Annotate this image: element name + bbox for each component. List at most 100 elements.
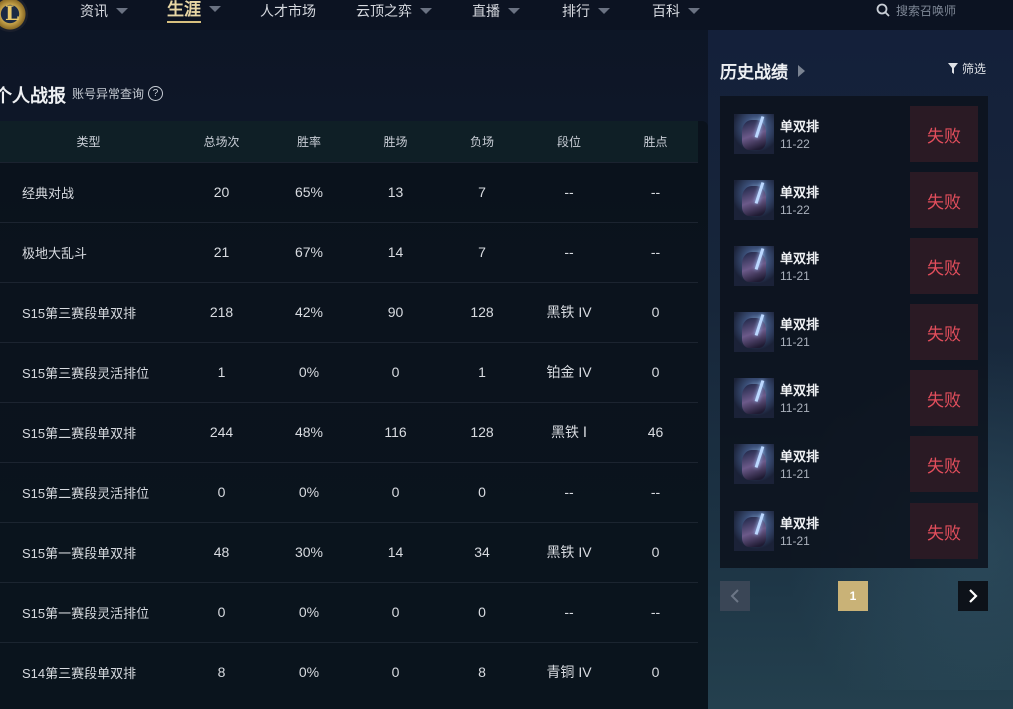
chevron-down-icon xyxy=(508,8,520,14)
table-cell: 21 xyxy=(213,244,230,260)
top-nav: L 资讯 生涯 人才市场 云顶之弈 直播 排行 百科 搜索召唤师 xyxy=(0,0,1013,32)
table-cell: S15第一赛段灵活排位 xyxy=(22,605,150,621)
table-cell: 13 xyxy=(387,184,404,200)
table-cell: 90 xyxy=(387,304,404,320)
table-cell: 48 xyxy=(213,544,230,560)
table-cell: 30% xyxy=(294,544,324,560)
match-date: 11-22 xyxy=(780,203,810,217)
table-cell: -- xyxy=(650,484,661,500)
nav-item-label: 百科 xyxy=(652,3,680,19)
history-title-label: 历史战绩 xyxy=(720,63,788,82)
summoner-search[interactable]: 搜索召唤师 xyxy=(876,0,956,20)
table-row: 经典对战 20 65% 13 7 -- -- xyxy=(0,162,698,222)
table-cell: 铂金 IV xyxy=(546,364,592,380)
table-cell: 0% xyxy=(298,364,320,380)
match-item[interactable]: 单双排 11-21 失败 xyxy=(734,436,978,492)
table-cell: 34 xyxy=(474,544,490,560)
nav-item-label: 人才市场 xyxy=(260,3,316,19)
match-result-badge: 失败 xyxy=(910,238,978,294)
table-cell: 65% xyxy=(294,184,324,200)
table-cell: S15第三赛段灵活排位 xyxy=(22,365,150,381)
nav-item-career[interactable]: 生涯 xyxy=(167,0,221,23)
column-header-lp: 胜点 xyxy=(643,134,668,149)
nav-item-wiki[interactable]: 百科 xyxy=(652,0,700,22)
champion-avatar xyxy=(734,444,774,484)
table-cell: -- xyxy=(650,604,661,620)
nav-item-live[interactable]: 直播 xyxy=(472,0,520,22)
match-result-badge: 失败 xyxy=(910,106,978,162)
table-cell: 20 xyxy=(213,184,230,200)
column-header-total: 总场次 xyxy=(203,134,240,149)
table-row: 极地大乱斗 21 67% 14 7 -- -- xyxy=(0,222,698,282)
table-row: S15第一赛段单双排 48 30% 14 34 黑铁 IV 0 xyxy=(0,522,698,582)
table-cell: 0 xyxy=(651,364,660,380)
table-cell: 14 xyxy=(387,544,404,560)
chevron-left-icon xyxy=(730,589,739,603)
match-result-badge: 失败 xyxy=(910,503,978,559)
match-mode: 单双排 xyxy=(780,317,820,332)
match-item[interactable]: 单双排 11-21 失败 xyxy=(734,238,978,294)
table-cell: 128 xyxy=(470,424,494,440)
chevron-down-icon xyxy=(209,6,221,12)
match-date: 11-21 xyxy=(780,269,810,283)
table-cell: S15第二赛段单双排 xyxy=(22,425,137,441)
table-cell: 244 xyxy=(209,424,234,440)
column-header-winrate: 胜率 xyxy=(296,134,321,149)
chevron-down-icon xyxy=(116,8,128,14)
table-cell: 0 xyxy=(391,604,400,620)
page-number-button[interactable]: 1 xyxy=(838,581,868,611)
match-date: 11-21 xyxy=(780,401,810,415)
page-title: 个人战报 xyxy=(0,86,66,106)
column-header-wins: 胜场 xyxy=(383,134,408,149)
table-cell: 14 xyxy=(387,244,404,260)
table-header-row: 类型 总场次 胜率 胜场 负场 段位 胜点 xyxy=(0,121,698,162)
table-row: S15第二赛段单双排 244 48% 116 128 黑铁 Ⅰ 46 xyxy=(0,402,698,462)
table-row: S15第三赛段灵活排位 1 0% 0 1 铂金 IV 0 xyxy=(0,342,698,402)
filter-button[interactable]: 筛选 xyxy=(948,60,986,77)
table-cell: 0% xyxy=(298,604,320,620)
nav-item-label: 生涯 xyxy=(167,0,201,23)
nav-item-tft[interactable]: 云顶之弈 xyxy=(356,0,432,22)
match-list: 单双排 11-22 失败 单双排 11-22 失败 单双排 11-21 失败 单双排 11-21 失败… xyxy=(720,96,988,568)
account-anomaly-link[interactable]: 账号异常查询 ? xyxy=(72,85,164,102)
match-mode: 单双排 xyxy=(780,383,820,398)
help-icon[interactable]: ? xyxy=(148,86,164,101)
match-result-badge: 失败 xyxy=(910,436,978,492)
column-header-type: 类型 xyxy=(76,134,101,149)
match-item[interactable]: 单双排 11-22 失败 xyxy=(734,106,978,162)
table-cell: 48% xyxy=(294,424,324,440)
table-cell: 7 xyxy=(478,184,486,200)
table-cell: 1 xyxy=(217,364,226,380)
chevron-right-icon xyxy=(969,589,978,603)
nav-item-news[interactable]: 资讯 xyxy=(80,0,128,22)
history-title[interactable]: 历史战绩 xyxy=(720,58,805,83)
column-header-rank: 段位 xyxy=(556,134,581,149)
match-item[interactable]: 单双排 11-21 失败 xyxy=(734,370,978,426)
match-item[interactable]: 单双排 11-22 失败 xyxy=(734,172,978,228)
match-mode: 单双排 xyxy=(780,516,820,531)
champion-avatar xyxy=(734,180,774,220)
nav-item-talent-market[interactable]: 人才市场 xyxy=(260,0,316,22)
match-result-badge: 失败 xyxy=(910,172,978,228)
match-item[interactable]: 单双排 11-21 失败 xyxy=(734,304,978,360)
lol-logo-icon[interactable]: L xyxy=(0,0,28,32)
table-cell: 116 xyxy=(384,424,407,440)
column-header-losses: 负场 xyxy=(469,134,494,149)
nav-item-label: 资讯 xyxy=(80,3,108,19)
prev-page-button[interactable] xyxy=(720,581,750,611)
match-item[interactable]: 单双排 11-21 失败 xyxy=(734,503,978,559)
search-input[interactable]: 搜索召唤师 xyxy=(896,2,956,19)
nav-item-ranking[interactable]: 排行 xyxy=(562,0,610,22)
match-result-badge: 失败 xyxy=(910,370,978,426)
nav-item-label: 直播 xyxy=(472,3,500,19)
table-cell: 67% xyxy=(294,244,324,260)
table-cell: 0 xyxy=(391,364,400,380)
match-mode: 单双排 xyxy=(780,449,820,464)
table-cell: 青铜 IV xyxy=(546,664,592,681)
table-cell: 经典对战 xyxy=(22,185,75,201)
stats-table: 类型 总场次 胜率 胜场 负场 段位 胜点 经典对战 20 65% 13 7 -- -- 极地… xyxy=(0,121,708,709)
table-cell: 0% xyxy=(298,484,320,500)
table-row: S14第三赛段单双排 8 0% 0 8 青铜 IV 0 xyxy=(0,642,698,702)
table-cell: 46 xyxy=(647,424,664,440)
next-page-button[interactable] xyxy=(958,581,988,611)
